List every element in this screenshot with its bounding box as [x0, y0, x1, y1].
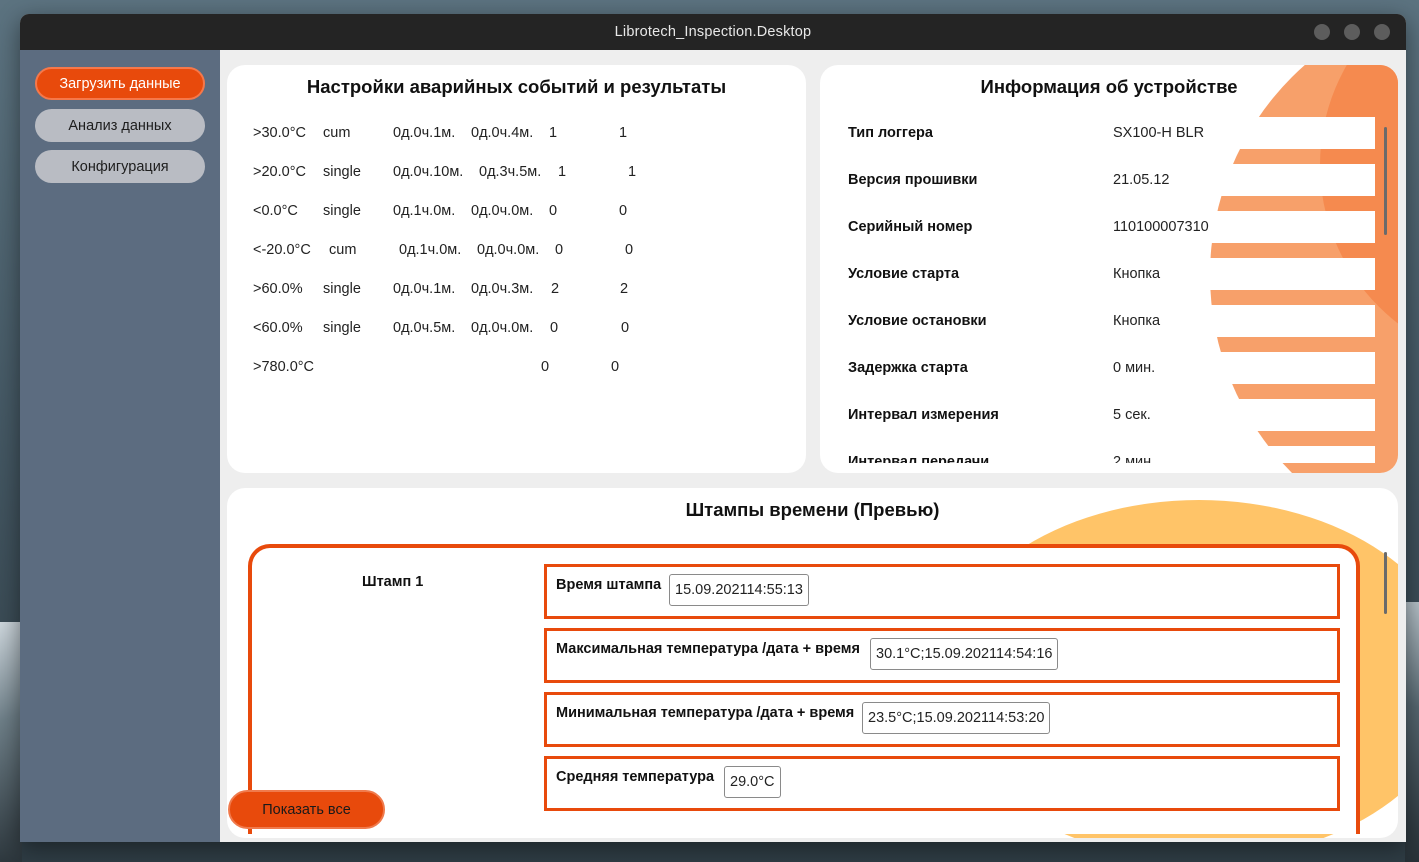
alarm-result: 0 [619, 203, 628, 219]
device-label: Тип логгера [848, 125, 933, 141]
minimize-button[interactable] [1314, 24, 1330, 40]
alarm-count: 1 [558, 164, 567, 180]
alarm-type: single [323, 164, 361, 180]
device-label: Задержка старта [848, 360, 968, 376]
timestamps-panel: Штампы времени (Превью) Штамп 1 Время шт… [227, 488, 1398, 838]
load-data-button[interactable]: Загрузить данные [35, 67, 205, 100]
alarm-threshold: >30.0°C [253, 125, 306, 141]
alarm-threshold: >780.0°C [253, 359, 315, 375]
device-info-list: Тип логгера SX100-H BLR Версия прошивки … [820, 65, 1398, 463]
main-content: Настройки аварийных событий и результаты… [220, 50, 1406, 842]
alarm-delay: 0д.1ч.0м. [399, 242, 462, 258]
stamp-row-max-temp: Максимальная температура /дата + время 3… [544, 628, 1340, 683]
alarm-duration: 0д.0ч.3м. [471, 281, 534, 297]
min-temp-field[interactable]: 23.5°C;15.09.202114:53:20 [862, 702, 1051, 734]
stamp-field-label: Средняя температура [556, 769, 715, 785]
stamp-time-field[interactable]: 15.09.202114:55:13 [669, 574, 809, 606]
alarm-result: 1 [619, 125, 628, 141]
device-label: Интервал измерения [848, 407, 999, 423]
device-info-scrollbar[interactable] [1384, 127, 1387, 235]
stamp-card: Штамп 1 Время штампа 15.09.202114:55:13 … [248, 544, 1360, 834]
alarm-result: 0 [611, 359, 620, 375]
timestamps-scrollbar[interactable] [1384, 552, 1387, 614]
window-controls [1314, 24, 1390, 40]
alarm-type: single [323, 281, 361, 297]
timestamps-title: Штампы времени (Превью) [685, 499, 940, 520]
alarm-count: 0 [550, 320, 559, 336]
stamp-field-label: Минимальная температура /дата + время [556, 705, 855, 721]
device-label: Интервал передачи [848, 454, 990, 463]
device-label: Условие старта [848, 266, 960, 282]
stamp-row-min-temp: Минимальная температура /дата + время 23… [544, 692, 1340, 747]
maximize-button[interactable] [1344, 24, 1360, 40]
app-window: Librotech_Inspection.Desktop Загрузить д… [20, 14, 1406, 842]
alarm-result: 2 [620, 281, 629, 297]
alarm-count: 1 [549, 125, 558, 141]
avg-temp-field[interactable]: 29.0°C [724, 766, 781, 798]
analyze-data-button[interactable]: Анализ данных [35, 109, 205, 142]
device-value: SX100-H BLR [1113, 117, 1375, 149]
alarm-type: cum [329, 242, 357, 258]
alarm-duration: 0д.0ч.0м. [471, 320, 534, 336]
alarm-settings-panel: Настройки аварийных событий и результаты… [227, 65, 806, 473]
alarm-delay: 0д.0ч.5м. [393, 320, 456, 336]
device-info-panel: Информация об устройстве Тип логгера SX1… [820, 65, 1398, 473]
device-label: Серийный номер [848, 219, 973, 235]
device-value: 21.05.12 [1113, 164, 1375, 196]
alarm-threshold: >60.0% [253, 281, 303, 297]
show-all-button[interactable]: Показать все [228, 790, 385, 829]
sidebar: Загрузить данные Анализ данных Конфигура… [20, 50, 220, 842]
alarm-delay: 0д.1ч.0м. [393, 203, 456, 219]
device-value: 0 мин. [1113, 352, 1375, 384]
alarm-duration: 0д.0ч.4м. [471, 125, 534, 141]
stamp-row-time: Время штампа 15.09.202114:55:13 [544, 564, 1340, 619]
window-title: Librotech_Inspection.Desktop [614, 24, 812, 40]
alarm-duration: 0д.3ч.5м. [479, 164, 542, 180]
alarm-count: 0 [549, 203, 558, 219]
stamp-row-avg-temp: Средняя температура 29.0°C [544, 756, 1340, 811]
alarm-duration: 0д.0ч.0м. [477, 242, 540, 258]
alarm-delay: 0д.0ч.10м. [393, 164, 464, 180]
device-value: Кнопка [1113, 258, 1375, 290]
device-value: 110100007310 [1113, 211, 1375, 243]
desktop-background-mountain-left [0, 622, 22, 862]
desktop-background-mountain-right [1405, 602, 1419, 862]
alarm-result: 1 [628, 164, 637, 180]
stamp-label: Штамп 1 [362, 574, 424, 590]
device-label: Условие остановки [848, 313, 987, 329]
configuration-button[interactable]: Конфигурация [35, 150, 205, 183]
device-value: 5 сек. [1113, 399, 1375, 431]
alarm-settings-title: Настройки аварийных событий и результаты [306, 76, 727, 97]
close-button[interactable] [1374, 24, 1390, 40]
window-titlebar[interactable]: Librotech_Inspection.Desktop [20, 14, 1406, 50]
alarm-delay: 0д.0ч.1м. [393, 281, 456, 297]
device-value: 2 мин. [1113, 446, 1375, 463]
alarm-threshold: <-20.0°C [253, 242, 311, 258]
alarm-duration: 0д.0ч.0м. [471, 203, 534, 219]
device-label: Версия прошивки [848, 172, 978, 188]
stamp-field-label: Максимальная температура /дата + время [556, 641, 860, 657]
alarm-threshold: <0.0°C [253, 203, 298, 219]
alarm-delay: 0д.0ч.1м. [393, 125, 456, 141]
alarm-threshold: >20.0°C [253, 164, 306, 180]
device-value: Кнопка [1113, 305, 1375, 337]
alarm-type: single [323, 320, 361, 336]
alarm-count: 0 [541, 359, 550, 375]
alarm-count: 0 [555, 242, 564, 258]
alarm-type: single [323, 203, 361, 219]
alarm-type: cum [323, 125, 351, 141]
alarm-count: 2 [551, 281, 560, 297]
stamp-field-label: Время штампа [556, 577, 662, 593]
alarm-result: 0 [625, 242, 634, 258]
alarm-result: 0 [621, 320, 630, 336]
alarm-threshold: <60.0% [253, 320, 303, 336]
max-temp-field[interactable]: 30.1°C;15.09.202114:54:16 [870, 638, 1059, 670]
